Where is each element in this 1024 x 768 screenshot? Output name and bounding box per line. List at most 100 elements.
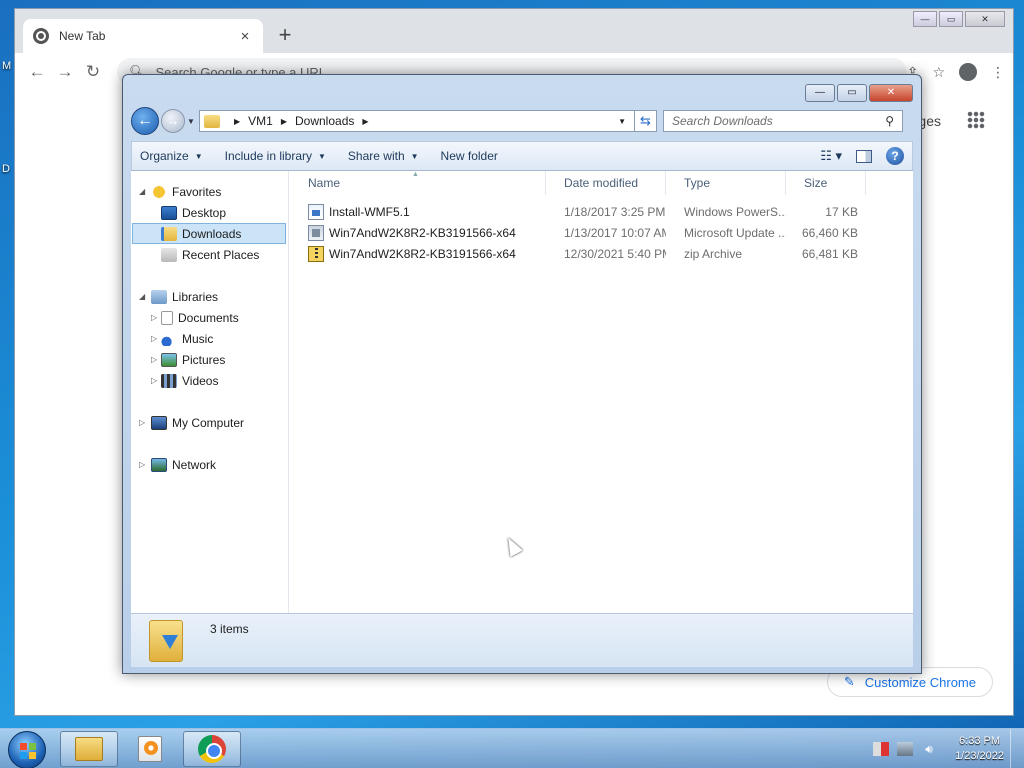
address-row: ← → ▼ ▶ VM1 ▶ Downloads ▶ ▼ ⇆ Search Dow… (131, 107, 913, 135)
nav-item-network[interactable]: ▷ Network (131, 454, 288, 475)
computer-icon (151, 415, 167, 430)
reload-icon[interactable]: ↻ (79, 62, 107, 82)
apps-grid-icon[interactable] (967, 111, 985, 129)
column-headers: Name ▲ Date modified Type Size (290, 171, 883, 195)
customize-chrome-label: Customize Chrome (864, 674, 976, 690)
expand-triangle-icon[interactable]: ▷ (139, 418, 145, 427)
column-header-name[interactable]: Name ▲ (290, 171, 546, 195)
file-row[interactable]: Win7AndW2K8R2-KB3191566-x64 12/30/2021 5… (290, 243, 913, 264)
expand-triangle-icon[interactable]: ▷ (151, 376, 157, 385)
star-icon (151, 184, 167, 199)
expand-triangle-icon[interactable]: ▷ (139, 460, 145, 469)
start-button[interactable] (8, 731, 46, 768)
breadcrumb-downloads[interactable]: Downloads (295, 114, 354, 128)
clock[interactable]: 6:33 PM 1/23/2022 (955, 734, 1004, 764)
profile-avatar-icon[interactable] (959, 63, 977, 81)
collapse-triangle-icon[interactable]: ◢ (139, 187, 145, 196)
nav-item-my-computer[interactable]: ▷ My Computer (131, 412, 288, 433)
taskbar-media-player-button[interactable] (121, 731, 179, 767)
details-pane: 3 items (131, 613, 913, 667)
new-folder-button[interactable]: New folder (441, 149, 498, 163)
preview-pane-icon[interactable] (856, 149, 872, 163)
breadcrumb-vm1[interactable]: VM1 (248, 114, 273, 128)
command-bar-right: ☷ ▾ ? (820, 147, 904, 165)
nav-label: Documents (178, 310, 239, 325)
network-status-icon[interactable] (897, 742, 914, 756)
sort-ascending-icon: ▲ (412, 171, 419, 178)
nav-item-recent-places[interactable]: Recent Places (131, 244, 288, 265)
help-icon[interactable]: ? (886, 147, 904, 165)
nav-item-favorites[interactable]: ◢ Favorites (131, 181, 288, 202)
collapse-triangle-icon[interactable]: ◢ (139, 292, 145, 301)
explorer-maximize-button[interactable]: ▭ (837, 84, 867, 102)
organize-label: Organize (140, 149, 189, 163)
clock-time: 6:33 PM (959, 735, 1001, 747)
file-date-cell: 1/13/2017 10:07 AM (564, 225, 666, 240)
back-arrow-icon[interactable]: ← (23, 62, 51, 82)
column-header-date-modified[interactable]: Date modified (546, 171, 666, 195)
expand-triangle-icon[interactable]: ▷ (151, 355, 157, 364)
share-with-label: Share with (347, 149, 405, 163)
nav-item-documents[interactable]: ▷ Documents (131, 307, 288, 328)
chrome-maximize-button[interactable]: ▭ (939, 11, 963, 27)
file-row[interactable]: Install-WMF5.1 1/18/2017 3:25 PM Windows… (290, 201, 913, 222)
taskbar: 🔊︎ 6:33 PM 1/23/2022 (0, 728, 1024, 768)
change-view-icon[interactable]: ☷ ▾ (820, 148, 842, 164)
breadcrumb-separator-icon[interactable]: ▶ (362, 117, 368, 126)
breadcrumb-separator-icon[interactable]: ▶ (234, 117, 240, 126)
include-in-library-button[interactable]: Include in library ▼ (225, 149, 326, 163)
nav-label: Recent Places (182, 247, 260, 262)
column-header-size[interactable]: Size (786, 171, 866, 195)
chevron-down-icon: ▼ (410, 151, 419, 161)
chrome-close-button[interactable]: ✕ (965, 11, 1005, 27)
windows-explorer-icon (75, 737, 103, 761)
share-with-button[interactable]: Share with ▼ (348, 149, 419, 163)
nav-label: Favorites (172, 184, 222, 199)
address-dropdown-icon[interactable]: ▼ (618, 117, 626, 126)
file-type-cell: zip Archive (684, 246, 743, 261)
explorer-close-button[interactable]: ✕ (869, 84, 913, 102)
breadcrumb-separator-icon[interactable]: ▶ (281, 117, 287, 126)
file-type-cell: Windows PowerS... (684, 204, 786, 219)
forward-button[interactable]: → (161, 109, 185, 133)
nav-label: Desktop (182, 205, 227, 220)
nav-item-videos[interactable]: ▷ Videos (131, 370, 288, 391)
nav-item-pictures[interactable]: ▷ Pictures (131, 349, 288, 370)
recent-places-icon (161, 247, 177, 262)
file-type-cell: Microsoft Update ... (684, 225, 786, 240)
taskbar-explorer-button[interactable] (60, 731, 118, 767)
new-tab-button[interactable]: + (273, 23, 297, 47)
show-desktop-button[interactable] (1010, 729, 1024, 768)
file-row[interactable]: Win7AndW2K8R2-KB3191566-x64 1/13/2017 10… (290, 222, 913, 243)
nav-item-music[interactable]: ▷ Music (131, 328, 288, 349)
search-downloads-input[interactable]: Search Downloads ⚲ (663, 110, 903, 132)
forward-arrow-icon[interactable]: → (51, 62, 79, 82)
bookmark-star-icon[interactable]: ☆ (932, 64, 945, 81)
action-center-flag-icon[interactable] (873, 742, 890, 756)
organize-button[interactable]: Organize ▼ (140, 149, 203, 163)
expand-triangle-icon[interactable]: ▷ (151, 334, 157, 343)
tab-close-icon[interactable]: × (237, 28, 253, 45)
back-button[interactable]: ← (131, 107, 159, 135)
nav-item-desktop[interactable]: Desktop (131, 202, 288, 223)
menu-kebab-icon[interactable]: ⋮ (991, 64, 1005, 81)
address-bar[interactable]: ▶ VM1 ▶ Downloads ▶ ▼ (199, 110, 635, 132)
refresh-icon[interactable]: ⇆ (635, 110, 657, 132)
explorer-minimize-button[interactable]: — (805, 84, 835, 102)
file-name: Install-WMF5.1 (329, 204, 410, 219)
volume-icon[interactable]: 🔊︎ (921, 742, 937, 756)
file-list-pane: Name ▲ Date modified Type Size Install-W… (290, 171, 913, 613)
clock-date: 1/23/2022 (955, 750, 1004, 762)
chrome-window-controls: — ▭ ✕ (913, 11, 1005, 27)
chrome-minimize-button[interactable]: — (913, 11, 937, 27)
taskbar-chrome-button[interactable] (183, 731, 241, 767)
tab-new-tab[interactable]: New Tab × (23, 19, 263, 53)
powershell-script-icon (308, 203, 324, 220)
column-header-type[interactable]: Type (666, 171, 786, 195)
nav-item-libraries[interactable]: ◢ Libraries (131, 286, 288, 307)
nav-item-downloads[interactable]: Downloads (132, 223, 286, 244)
recent-pages-dropdown-icon[interactable]: ▼ (185, 117, 197, 126)
libraries-icon (151, 289, 167, 304)
expand-triangle-icon[interactable]: ▷ (151, 313, 157, 322)
